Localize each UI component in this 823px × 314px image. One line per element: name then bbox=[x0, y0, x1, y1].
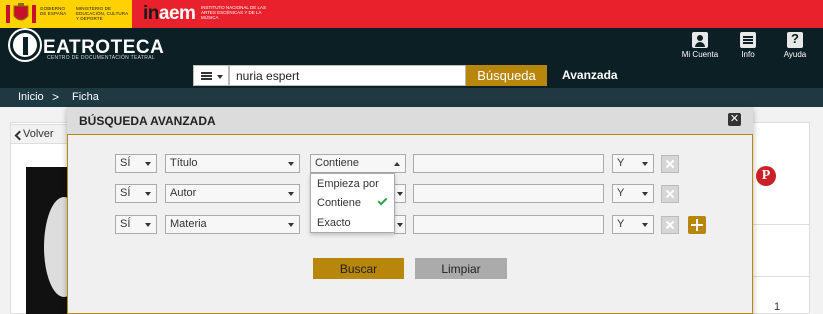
connector-select-2[interactable]: Y bbox=[612, 184, 654, 203]
chevron-down-icon bbox=[397, 223, 403, 227]
negation-value: SÍ bbox=[120, 157, 131, 169]
help-icon bbox=[787, 31, 803, 48]
operator-value: Contiene bbox=[315, 157, 360, 169]
close-icon[interactable]: ✕ bbox=[728, 113, 741, 126]
operator-dropdown-menu: Empieza por Contiene Exacto bbox=[310, 173, 395, 233]
help-button[interactable]: Ayuda bbox=[773, 31, 817, 59]
clear-button[interactable]: Limpiar bbox=[415, 258, 507, 279]
remove-row-icon[interactable] bbox=[661, 185, 679, 203]
connector-value: Y bbox=[617, 157, 625, 169]
negation-select-1[interactable]: SÍ bbox=[115, 154, 157, 173]
term-input-2[interactable] bbox=[413, 184, 604, 203]
negation-select-2[interactable]: SÍ bbox=[115, 184, 157, 203]
operator-option-contains[interactable]: Contiene bbox=[317, 197, 361, 209]
chevron-down-icon bbox=[642, 223, 648, 227]
breadcrumb-current: Ficha bbox=[72, 91, 99, 103]
info-menu-icon bbox=[740, 32, 756, 48]
spain-coat-of-arms-icon bbox=[6, 3, 36, 23]
breadcrumb-home[interactable]: Inicio bbox=[18, 91, 44, 103]
operator-option-starts-with[interactable]: Empieza por bbox=[317, 178, 379, 190]
submit-search-button[interactable]: Buscar bbox=[313, 258, 404, 279]
term-input-1[interactable] bbox=[413, 154, 604, 173]
negation-value: SÍ bbox=[120, 218, 131, 230]
chevron-down-icon bbox=[288, 223, 294, 227]
field-value: Título bbox=[170, 157, 198, 169]
hamburger-icon bbox=[201, 72, 212, 74]
chevron-down-icon bbox=[642, 192, 648, 196]
chevron-down-icon bbox=[642, 162, 648, 166]
chevron-down-icon bbox=[288, 192, 294, 196]
connector-select-3[interactable]: Y bbox=[612, 215, 654, 234]
chevron-down-icon bbox=[288, 162, 294, 166]
operator-select-1[interactable]: Contiene bbox=[310, 154, 406, 173]
chevron-up-icon bbox=[394, 162, 400, 166]
field-select-1[interactable]: Título bbox=[165, 154, 300, 173]
chevron-down-icon bbox=[397, 192, 403, 196]
info-button[interactable]: Info bbox=[726, 32, 770, 59]
chevron-down-icon bbox=[145, 192, 151, 196]
search-menu-dropdown[interactable] bbox=[193, 65, 229, 86]
operator-option-exact[interactable]: Exacto bbox=[317, 217, 351, 229]
side-panel bbox=[752, 224, 810, 314]
term-input-3[interactable] bbox=[413, 215, 604, 234]
remove-row-icon[interactable] bbox=[661, 216, 679, 234]
advanced-search-link[interactable]: Avanzada bbox=[562, 68, 618, 82]
info-label: Info bbox=[741, 50, 755, 59]
record-photo bbox=[26, 167, 68, 314]
search-input[interactable] bbox=[229, 65, 466, 86]
chevron-down-icon bbox=[217, 75, 223, 79]
inaem-logo[interactable]: inaem bbox=[143, 3, 196, 25]
breadcrumb-separator-icon: > bbox=[52, 90, 60, 104]
teatroteca-logo-icon[interactable] bbox=[10, 30, 40, 60]
my-account-label: Mi Cuenta bbox=[681, 50, 719, 59]
negation-select-3[interactable]: SÍ bbox=[115, 215, 157, 234]
user-icon bbox=[692, 32, 708, 48]
search-button[interactable]: Búsqueda bbox=[466, 65, 547, 86]
checkmark-icon bbox=[377, 195, 388, 206]
field-select-3[interactable]: Materia bbox=[165, 215, 300, 234]
field-value: Materia bbox=[170, 218, 207, 230]
advanced-search-modal bbox=[67, 107, 753, 314]
back-button[interactable]: Volver bbox=[10, 124, 68, 144]
connector-value: Y bbox=[617, 187, 625, 199]
remove-row-icon[interactable] bbox=[661, 155, 679, 173]
pinterest-icon[interactable]: P bbox=[756, 166, 776, 186]
operator-select-2[interactable] bbox=[394, 184, 406, 203]
divider bbox=[752, 276, 810, 277]
field-select-2[interactable]: Autor bbox=[165, 184, 300, 203]
ministry-label: MINISTERIO DE EDUCACIÓN, CULTURA Y DEPOR… bbox=[76, 6, 128, 21]
help-label: Ayuda bbox=[783, 50, 807, 59]
field-value: Autor bbox=[170, 187, 197, 199]
connector-value: Y bbox=[617, 218, 625, 230]
negation-value: SÍ bbox=[120, 187, 131, 199]
operator-select-3[interactable] bbox=[394, 215, 406, 234]
chevron-down-icon bbox=[145, 162, 151, 166]
teatroteca-logo-subtitle: CENTRO DE DOCUMENTACIÓN TEATRAL bbox=[47, 55, 155, 61]
breadcrumb: Inicio > Ficha bbox=[0, 88, 823, 107]
page-number: 1 bbox=[774, 301, 781, 313]
my-account-button[interactable]: Mi Cuenta bbox=[678, 32, 722, 59]
government-label: GOBIERNO DE ESPAÑA bbox=[40, 6, 67, 16]
chevron-down-icon bbox=[145, 223, 151, 227]
modal-title: BÚSQUEDA AVANZADA bbox=[79, 114, 216, 128]
inaem-subtitle: INSTITUTO NACIONAL DE LAS ARTES ESCÉNICA… bbox=[201, 5, 267, 20]
add-row-icon[interactable] bbox=[688, 216, 706, 234]
connector-select-1[interactable]: Y bbox=[612, 154, 654, 173]
